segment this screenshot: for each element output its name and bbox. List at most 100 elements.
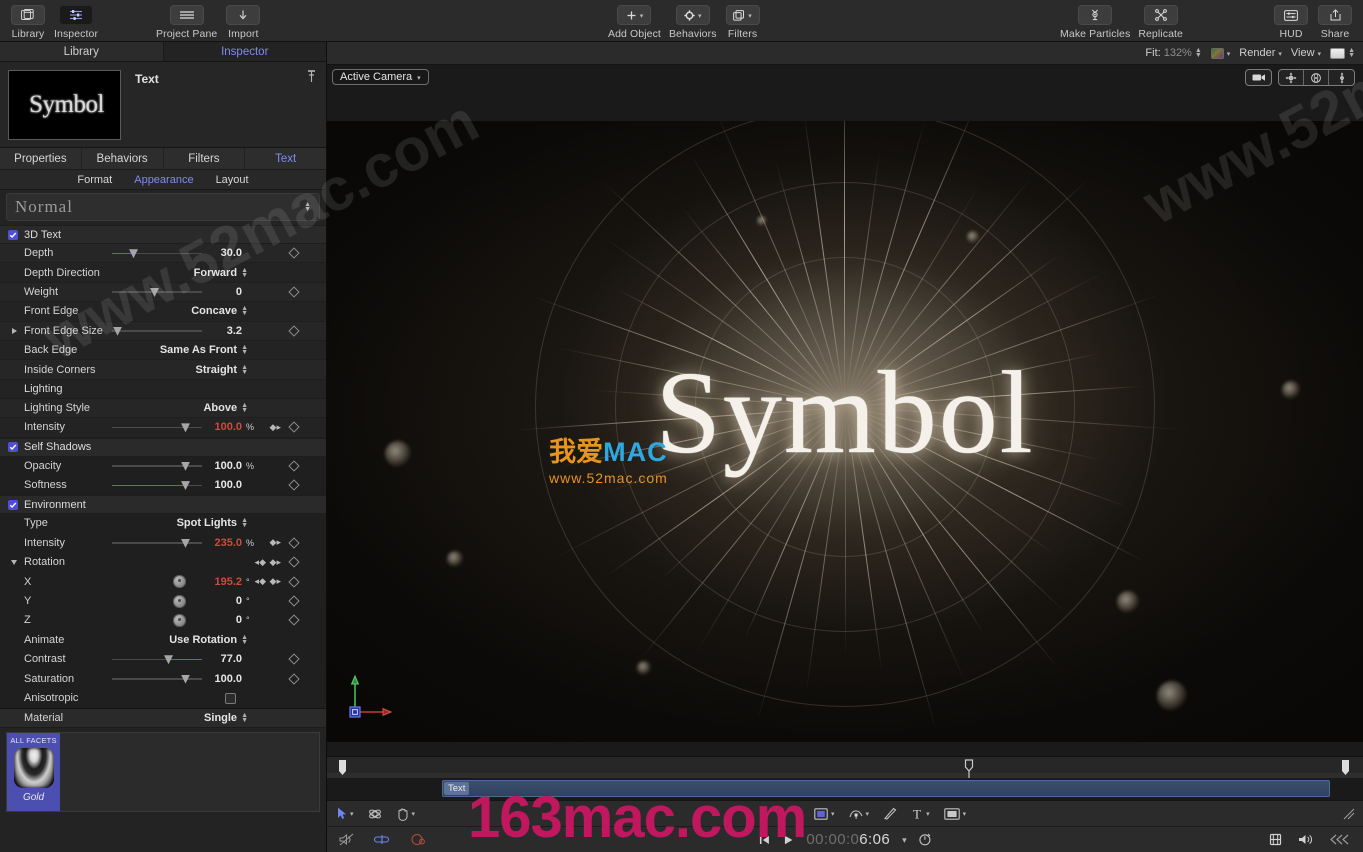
param-row-inside-corners[interactable]: Inside Corners Straight ▲ ▼ [0,360,326,380]
environment-type-popup[interactable]: Spot Lights ▲ ▼ [177,517,248,529]
jog-shuttle-icon[interactable] [1329,833,1351,846]
param-value-rotation-y[interactable]: 0 [186,595,242,607]
param-row-front-edge[interactable]: Front Edge Concave ▲ ▼ [0,302,326,322]
play-icon[interactable] [782,834,794,846]
text-tool[interactable]: T ▾ [911,807,929,820]
active-camera-popup[interactable]: Active Camera ▾ [332,69,429,85]
depth-direction-popup[interactable]: Forward ▲ ▼ [194,267,248,279]
rotation-dial-z[interactable] [173,613,186,627]
import-button-box[interactable] [226,5,261,25]
param-row-front-edge-size[interactable]: Front Edge Size 3.2 [0,321,326,341]
param-value-front-edge-size[interactable]: 3.2 [186,325,242,337]
library-toolbar-button[interactable]: Library [6,0,50,40]
mask-icon[interactable] [943,807,960,820]
3d-axis-gizmo[interactable] [345,668,405,724]
back-edge-popup[interactable]: Same As Front ▲ ▼ [160,344,248,356]
keyframe-diamond-icon[interactable] [288,325,300,337]
keyframe-diamond-icon[interactable] [288,247,300,259]
zoom-level-control[interactable]: Fit: 132% ▲ ▼ [1145,47,1201,59]
share-button-box[interactable] [1318,5,1352,25]
rotate-3d-icon[interactable] [1304,70,1329,85]
text-tool-icon[interactable]: T [911,807,923,820]
make-particles-button-box[interactable] [1078,5,1113,25]
viewer[interactable]: Active Camera ▾ Symbol Text [327,65,1363,800]
environment-checkbox[interactable] [8,499,18,510]
channels-control[interactable]: ▾ [1210,47,1230,59]
keyframe-diamond-icon[interactable] [288,460,300,472]
filters-button-box[interactable]: ▾ [725,5,760,25]
param-row-environment-intensity[interactable]: Intensity 235.0 % ◆▸ [0,533,326,554]
param-row-saturation[interactable]: Saturation 100.0 [0,669,326,689]
chevron-down-icon[interactable]: ▾ [902,836,907,845]
shape-rect-icon[interactable] [814,807,828,820]
camera-icon[interactable] [1246,70,1271,85]
playhead[interactable] [964,758,974,778]
param-row-animate[interactable]: Animate Use Rotation ▲ ▼ [0,630,326,651]
param-value-lighting-intensity[interactable]: 100.0 [186,421,242,433]
dolly-3d-icon[interactable] [1329,70,1354,85]
previous-keyframe-icon[interactable]: ◂◆ [255,557,266,568]
param-row-rotation-z[interactable]: Z 0 ° [0,611,326,631]
keyframe-diamond-icon[interactable] [288,556,300,568]
shape-tool[interactable]: ▾ [814,807,835,820]
paint-stroke-icon[interactable] [883,807,897,820]
keyframe-diamond-icon[interactable] [288,537,300,549]
hud-button[interactable]: HUD [1269,0,1313,40]
param-row-back-edge[interactable]: Back Edge Same As Front ▲ ▼ [0,341,326,361]
param-value-contrast[interactable]: 77.0 [186,653,242,665]
behaviors-button-box[interactable]: ▾ [675,5,710,25]
chevron-down-icon[interactable]: ▾ [866,811,870,818]
param-row-lighting-intensity[interactable]: Intensity 100.0 % ◆▸ [0,418,326,438]
front-edge-popup[interactable]: Concave ▲ ▼ [191,305,248,317]
render-menu[interactable]: Render ▾ [1239,47,1282,59]
resize-grip-icon[interactable] [1343,808,1355,820]
tab-properties[interactable]: Properties [0,148,82,169]
panel-tab-inspector[interactable]: Inspector [163,42,326,61]
pan-hand-icon[interactable] [396,807,409,821]
timeline-clip-text[interactable]: Text [442,780,1330,797]
param-value-softness[interactable]: 100.0 [186,479,242,491]
pan-tool[interactable]: ▾ [396,807,415,821]
loop-icon[interactable] [374,833,390,846]
param-row-rotation-y[interactable]: Y 0 ° [0,591,326,612]
param-row-environment-type[interactable]: Type Spot Lights ▲ ▼ [0,514,326,534]
param-value-rotation-z[interactable]: 0 [186,614,242,626]
group-header-self-shadows[interactable]: Self Shadows [0,437,326,457]
keyframe-diamond-icon[interactable] [288,595,300,607]
behaviors-button[interactable]: ▾ Behaviors [665,0,721,40]
group-header-3d-text[interactable]: 3D Text [0,225,326,244]
param-row-depth[interactable]: Depth 30.0 [0,244,326,264]
param-value-opacity[interactable]: 100.0 [186,460,242,472]
paint-tool[interactable] [883,807,897,820]
animate-popup[interactable]: Use Rotation ▲ ▼ [169,634,248,646]
material-row[interactable]: Material Single ▲ ▼ [0,708,326,729]
next-keyframe-icon[interactable]: ◆▸ [270,422,281,433]
inspector-button-box[interactable] [59,5,94,25]
replicate-button[interactable]: Replicate [1134,0,1187,40]
sub-tab-appearance[interactable]: Appearance [134,174,193,186]
chevron-down-icon[interactable]: ▾ [350,811,354,818]
disclosure-triangle-icon[interactable] [12,327,17,334]
tab-text[interactable]: Text [245,148,326,169]
select-arrow-icon[interactable] [337,807,347,820]
audio-mute-icon[interactable] [339,833,354,846]
param-row-opacity[interactable]: Opacity 100.0 % [0,456,326,476]
view-layout-control[interactable]: ▲ ▼ [1330,47,1355,59]
camera-toggle-box[interactable] [1245,69,1272,86]
speaker-icon[interactable] [1298,833,1313,846]
mask-tool[interactable]: ▾ [943,807,966,820]
view-menu[interactable]: View ▾ [1291,47,1321,59]
project-pane-button-box[interactable] [169,5,204,25]
text-style-preset-popup[interactable]: Normal ▲ ▼ [6,193,320,221]
keyframe-diamond-icon[interactable] [288,672,300,685]
timeline-track[interactable]: Text [327,778,1363,800]
keyframe-diamond-icon[interactable] [288,479,300,491]
inside-corners-popup[interactable]: Straight ▲ ▼ [196,364,249,376]
param-row-rotation-x[interactable]: X 195.2 ° ◂◆ ◆▸ [0,572,326,592]
rotation-dial-y[interactable] [173,594,186,608]
project-duration-icon[interactable] [919,833,932,846]
self-shadows-checkbox[interactable] [8,442,18,453]
bezier-tool[interactable]: ▾ [849,807,870,820]
param-row-softness[interactable]: Softness 100.0 [0,475,326,496]
param-row-rotation-header[interactable]: Rotation ◂◆ ◆▸ [0,553,326,573]
